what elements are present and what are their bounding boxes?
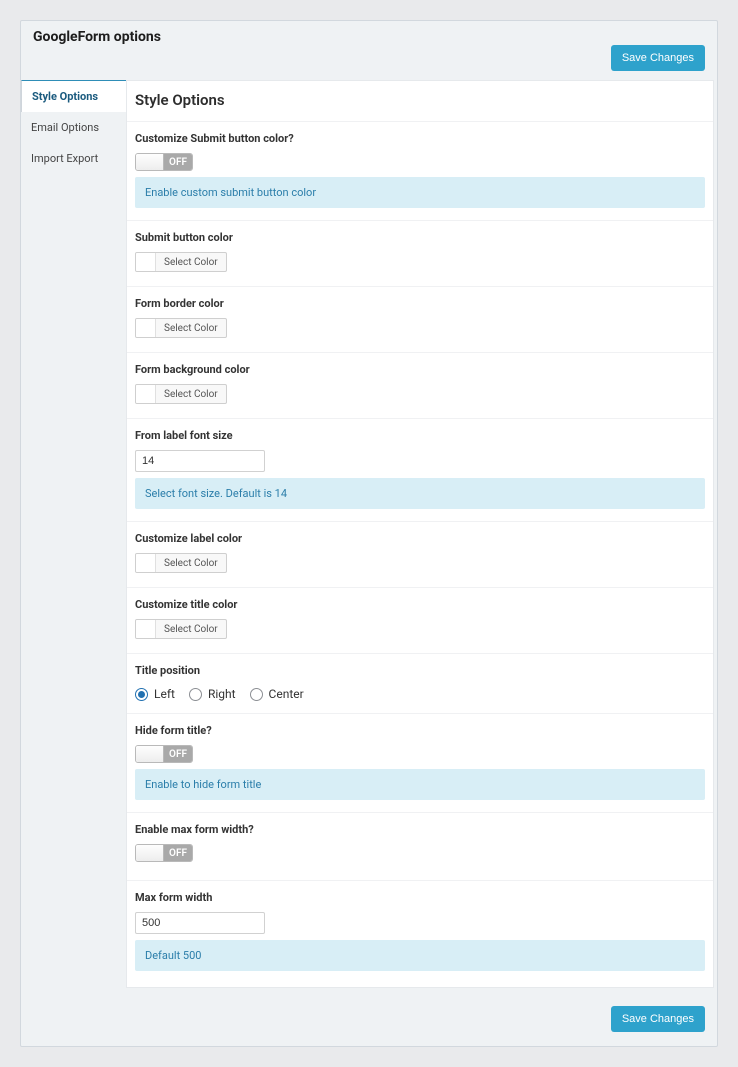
color-swatch (136, 620, 156, 638)
label-border-color: Form border color (135, 297, 705, 310)
label-font-size: From label font size (135, 429, 705, 442)
select-color-label: Select Color (156, 253, 226, 271)
tab-style-options[interactable]: Style Options (21, 80, 126, 112)
radio-label-center: Center (269, 687, 304, 701)
toggle-state-off: OFF (164, 746, 192, 762)
settings-tabs: Style Options Email Options Import Expor… (21, 80, 126, 988)
help-font-size: Select font size. Default is 14 (135, 478, 705, 509)
help-max-width: Default 500 (135, 940, 705, 971)
select-color-label: Select Color (156, 554, 226, 572)
toggle-state-off: OFF (164, 154, 192, 170)
label-hide-title: Hide form title? (135, 724, 705, 737)
radio-title-left[interactable]: Left (135, 687, 175, 701)
select-color-label: Select Color (156, 620, 226, 638)
label-title-position: Title position (135, 664, 705, 677)
color-swatch (136, 319, 156, 337)
toggle-handle (136, 154, 164, 170)
radio-title-right[interactable]: Right (189, 687, 236, 701)
color-picker-label[interactable]: Select Color (135, 553, 227, 573)
select-color-label: Select Color (156, 319, 226, 337)
radio-input-left[interactable] (135, 688, 148, 701)
color-swatch (136, 253, 156, 271)
radio-input-center[interactable] (250, 688, 263, 701)
label-bg-color: Form background color (135, 363, 705, 376)
color-swatch (136, 385, 156, 403)
color-picker-border[interactable]: Select Color (135, 318, 227, 338)
tab-import-export[interactable]: Import Export (21, 143, 126, 174)
label-enable-max-width: Enable max form width? (135, 823, 705, 836)
save-changes-top-button[interactable]: Save Changes (611, 45, 705, 71)
radio-input-right[interactable] (189, 688, 202, 701)
radio-label-right: Right (208, 687, 236, 701)
toggle-hide-title[interactable]: OFF (135, 745, 193, 763)
label-label-color: Customize label color (135, 532, 705, 545)
help-hide-title: Enable to hide form title (135, 769, 705, 800)
help-customize-submit: Enable custom submit button color (135, 177, 705, 208)
toggle-handle (136, 746, 164, 762)
color-picker-bg[interactable]: Select Color (135, 384, 227, 404)
color-swatch (136, 554, 156, 572)
select-color-label: Select Color (156, 385, 226, 403)
radio-label-left: Left (154, 687, 175, 701)
toggle-state-off: OFF (164, 845, 192, 861)
color-picker-submit[interactable]: Select Color (135, 252, 227, 272)
toggle-customize-submit[interactable]: OFF (135, 153, 193, 171)
save-changes-bottom-button[interactable]: Save Changes (611, 1006, 705, 1032)
input-label-font-size[interactable] (135, 450, 265, 472)
section-heading: Style Options (127, 81, 713, 121)
tab-email-options[interactable]: Email Options (21, 112, 126, 143)
page-title: GoogleForm options (33, 29, 705, 45)
label-title-color: Customize title color (135, 598, 705, 611)
color-picker-title[interactable]: Select Color (135, 619, 227, 639)
toggle-enable-max-width[interactable]: OFF (135, 844, 193, 862)
label-customize-submit: Customize Submit button color? (135, 132, 705, 145)
toggle-handle (136, 845, 164, 861)
radio-title-center[interactable]: Center (250, 687, 304, 701)
label-max-width: Max form width (135, 891, 705, 904)
label-submit-color: Submit button color (135, 231, 705, 244)
input-max-width[interactable] (135, 912, 265, 934)
